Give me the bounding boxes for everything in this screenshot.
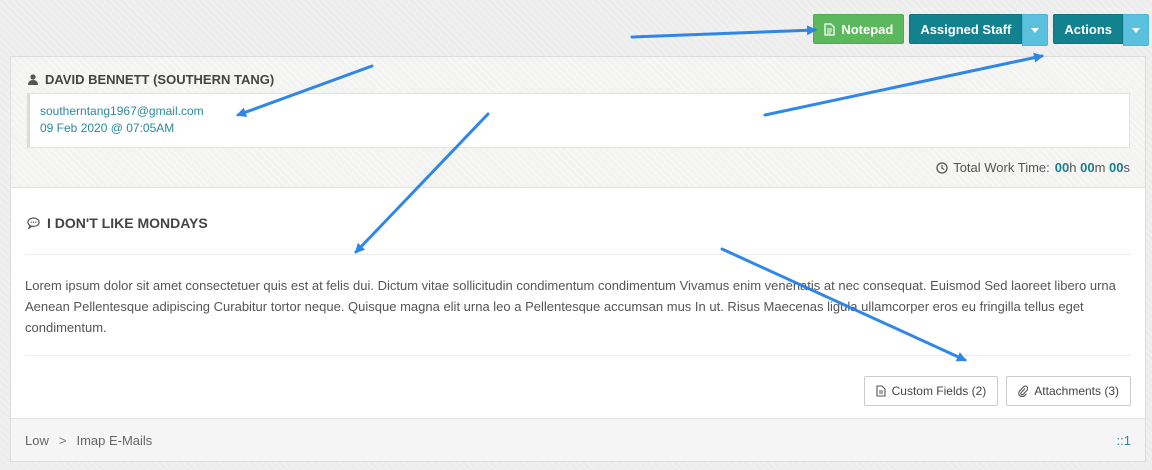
ticket-toolbar: Notepad Assigned Staff Actions bbox=[813, 14, 1149, 46]
notepad-label: Notepad bbox=[841, 21, 894, 37]
contact-details: southerntang1967@gmail.com 09 Feb 2020 @… bbox=[27, 93, 1130, 148]
actions-label: Actions bbox=[1064, 21, 1112, 37]
assigned-staff-split: Assigned Staff bbox=[909, 14, 1049, 46]
custom-fields-label: Custom Fields (2) bbox=[891, 384, 987, 398]
total-work-time: Total Work Time: 00h 00m 00s bbox=[936, 160, 1130, 175]
clock-icon bbox=[936, 161, 948, 174]
work-time-minutes-unit: m bbox=[1094, 160, 1106, 175]
customer-name: DAVID BENNETT (SOUTHERN TANG) bbox=[28, 72, 274, 87]
work-time-hours-unit: h bbox=[1069, 160, 1077, 175]
customer-email-link[interactable]: southerntang1967@gmail.com bbox=[40, 103, 1119, 120]
work-time-minutes: 00 bbox=[1080, 160, 1095, 175]
assigned-staff-dropdown-toggle[interactable] bbox=[1022, 14, 1049, 46]
caret-down-icon bbox=[1132, 27, 1140, 33]
department-link[interactable]: Imap E-Mails bbox=[76, 433, 152, 448]
priority-link[interactable]: Low bbox=[25, 433, 49, 448]
ticket-message-body: Lorem ipsum dolor sit amet consectetuer … bbox=[25, 278, 1116, 335]
ticket-reference: ::1 bbox=[1116, 432, 1131, 448]
attachments-label: Attachments (3) bbox=[1034, 384, 1119, 398]
actions-split: Actions bbox=[1053, 14, 1149, 46]
work-time-seconds: 00 bbox=[1109, 160, 1124, 175]
customer-name-text: DAVID BENNETT (SOUTHERN TANG) bbox=[45, 72, 275, 87]
document-icon bbox=[876, 385, 886, 397]
divider bbox=[25, 254, 1131, 255]
user-icon bbox=[28, 74, 38, 85]
work-time-seconds-unit: s bbox=[1123, 160, 1131, 175]
note-icon bbox=[824, 22, 835, 36]
breadcrumb-separator: > bbox=[58, 432, 67, 448]
annotation-arrow bbox=[630, 25, 817, 39]
speech-bubble-icon bbox=[27, 217, 40, 229]
actions-dropdown-toggle[interactable] bbox=[1123, 14, 1149, 46]
work-time-hours: 00 bbox=[1054, 160, 1070, 175]
custom-fields-button[interactable]: Custom Fields (2) bbox=[863, 376, 999, 406]
ticket-subject: I DON'T LIKE MONDAYS bbox=[27, 215, 208, 231]
attachments-button[interactable]: Attachments (3) bbox=[1006, 376, 1131, 406]
ticket-footer: Low > Imap E-Mails ::1 bbox=[11, 418, 1145, 461]
assigned-staff-button[interactable]: Assigned Staff bbox=[909, 14, 1023, 44]
ticket-date-link[interactable]: 09 Feb 2020 @ 07:05AM bbox=[40, 120, 1119, 137]
ticket-header: DAVID BENNETT (SOUTHERN TANG) southernta… bbox=[11, 57, 1145, 188]
divider bbox=[25, 355, 1131, 356]
work-time-value: 00h 00m 00s bbox=[1055, 160, 1130, 175]
caret-down-icon bbox=[1031, 27, 1040, 33]
actions-button[interactable]: Actions bbox=[1053, 14, 1123, 44]
paperclip-icon bbox=[1018, 385, 1029, 397]
ticket-subject-text: I DON'T LIKE MONDAYS bbox=[47, 215, 208, 231]
ticket-panel: DAVID BENNETT (SOUTHERN TANG) southernta… bbox=[10, 56, 1146, 462]
ticket-extras: Custom Fields (2) Attachments (3) bbox=[863, 376, 1131, 406]
work-time-label: Total Work Time: bbox=[953, 160, 1050, 175]
assigned-staff-label: Assigned Staff bbox=[920, 21, 1012, 37]
notepad-button[interactable]: Notepad bbox=[813, 14, 905, 44]
